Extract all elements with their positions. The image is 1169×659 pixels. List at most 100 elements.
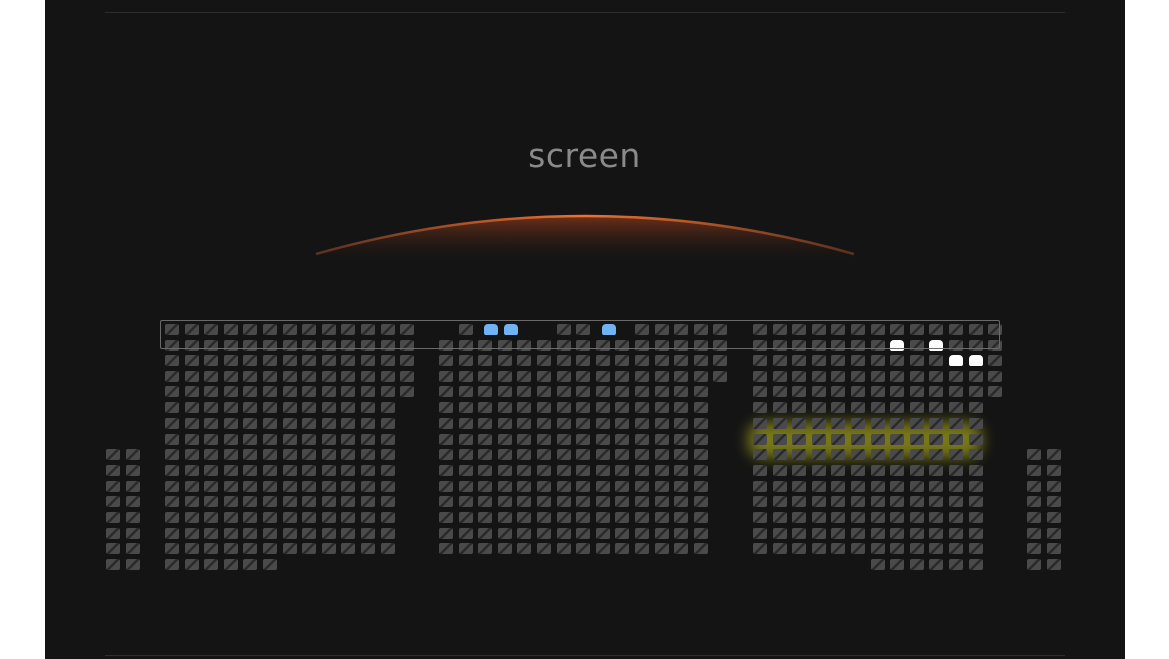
seat-icon[interactable] [773, 481, 787, 492]
seat-icon[interactable] [243, 402, 257, 413]
seat-icon[interactable] [204, 355, 218, 366]
seat-icon[interactable] [615, 465, 629, 476]
seat-icon[interactable] [439, 528, 453, 539]
seat-icon[interactable] [969, 496, 983, 507]
seat-icon[interactable] [322, 418, 336, 429]
seat-icon[interactable] [871, 434, 885, 445]
seat-icon[interactable] [341, 528, 355, 539]
seat-icon[interactable] [812, 512, 826, 523]
seat-icon[interactable] [655, 512, 669, 523]
seat-icon[interactable] [910, 481, 924, 492]
seat-icon[interactable] [674, 481, 688, 492]
seat-icon[interactable] [615, 418, 629, 429]
seat-icon[interactable] [478, 543, 492, 554]
seat-icon[interactable] [1027, 449, 1041, 460]
seat-icon[interactable] [106, 543, 120, 554]
seat-icon[interactable] [224, 386, 238, 397]
seat-icon[interactable] [361, 418, 375, 429]
seat-icon[interactable] [517, 355, 531, 366]
seat-icon[interactable] [949, 418, 963, 429]
seat-icon[interactable] [204, 528, 218, 539]
seat-icon[interactable] [596, 418, 610, 429]
seat-icon[interactable] [576, 543, 590, 554]
seat-icon[interactable] [517, 386, 531, 397]
seat-icon[interactable] [204, 402, 218, 413]
seat-icon[interactable] [498, 465, 512, 476]
seat-icon[interactable] [400, 355, 414, 366]
seat-icon[interactable] [596, 496, 610, 507]
seat-icon[interactable] [694, 528, 708, 539]
seat-icon[interactable] [302, 402, 316, 413]
seat-icon[interactable] [263, 528, 277, 539]
seat-icon[interactable] [557, 355, 571, 366]
seat-icon[interactable] [557, 386, 571, 397]
seat-icon[interactable] [792, 418, 806, 429]
seat-icon[interactable] [283, 512, 297, 523]
seat-icon[interactable] [1047, 512, 1061, 523]
seat-icon[interactable] [910, 386, 924, 397]
seat-icon[interactable] [949, 434, 963, 445]
seat-icon[interactable] [381, 496, 395, 507]
seat-icon[interactable] [1047, 465, 1061, 476]
seat-icon[interactable] [674, 543, 688, 554]
seat-icon[interactable] [185, 371, 199, 382]
seat-icon[interactable] [674, 449, 688, 460]
seat-icon[interactable] [185, 402, 199, 413]
seat-icon[interactable] [381, 543, 395, 554]
seat-icon[interactable] [517, 528, 531, 539]
seat-icon[interactable] [517, 449, 531, 460]
seat-icon[interactable] [224, 355, 238, 366]
seat-icon[interactable] [635, 496, 649, 507]
seat-icon[interactable] [165, 355, 179, 366]
seat-icon[interactable] [185, 543, 199, 554]
seat-icon[interactable] [126, 512, 140, 523]
seat-icon[interactable] [263, 386, 277, 397]
seat-icon[interactable] [929, 512, 943, 523]
seat-icon[interactable] [498, 512, 512, 523]
seat-icon[interactable] [224, 481, 238, 492]
seat-icon[interactable] [361, 355, 375, 366]
seat-icon[interactable] [322, 355, 336, 366]
seat-icon[interactable] [106, 512, 120, 523]
seat-icon[interactable] [322, 465, 336, 476]
seat-icon[interactable] [773, 418, 787, 429]
seat-icon[interactable] [185, 418, 199, 429]
seat-icon[interactable] [106, 481, 120, 492]
seat-icon[interactable] [949, 496, 963, 507]
seat-icon[interactable] [674, 386, 688, 397]
seat-icon[interactable] [635, 465, 649, 476]
seat-icon[interactable] [694, 402, 708, 413]
seat-icon[interactable] [243, 386, 257, 397]
seat-icon[interactable] [969, 543, 983, 554]
seat-icon[interactable] [165, 512, 179, 523]
seat-icon[interactable] [792, 371, 806, 382]
seat-icon[interactable] [596, 512, 610, 523]
seat-icon[interactable] [537, 543, 551, 554]
seat-icon[interactable] [969, 386, 983, 397]
seat-icon[interactable] [910, 465, 924, 476]
seat-icon[interactable] [381, 528, 395, 539]
seat-icon[interactable] [341, 371, 355, 382]
seat-icon[interactable] [753, 496, 767, 507]
seat-icon[interactable] [1047, 496, 1061, 507]
seat-icon[interactable] [988, 355, 1002, 366]
seat-icon[interactable] [185, 386, 199, 397]
seat-icon[interactable] [773, 386, 787, 397]
seat-icon[interactable] [596, 386, 610, 397]
seat-icon[interactable] [910, 559, 924, 570]
seat-icon[interactable] [694, 512, 708, 523]
seat-icon[interactable] [890, 418, 904, 429]
seat-icon[interactable] [949, 465, 963, 476]
seat-icon[interactable] [851, 481, 865, 492]
seat-icon[interactable] [322, 512, 336, 523]
seat-icon[interactable] [381, 465, 395, 476]
seat-icon[interactable] [851, 528, 865, 539]
seat-icon[interactable] [165, 434, 179, 445]
seat-icon[interactable] [361, 465, 375, 476]
seat-icon[interactable] [400, 371, 414, 382]
seat-icon[interactable] [557, 496, 571, 507]
seat-icon[interactable] [224, 528, 238, 539]
seat-icon[interactable] [596, 543, 610, 554]
seat-icon[interactable] [576, 481, 590, 492]
seat-icon[interactable] [126, 543, 140, 554]
